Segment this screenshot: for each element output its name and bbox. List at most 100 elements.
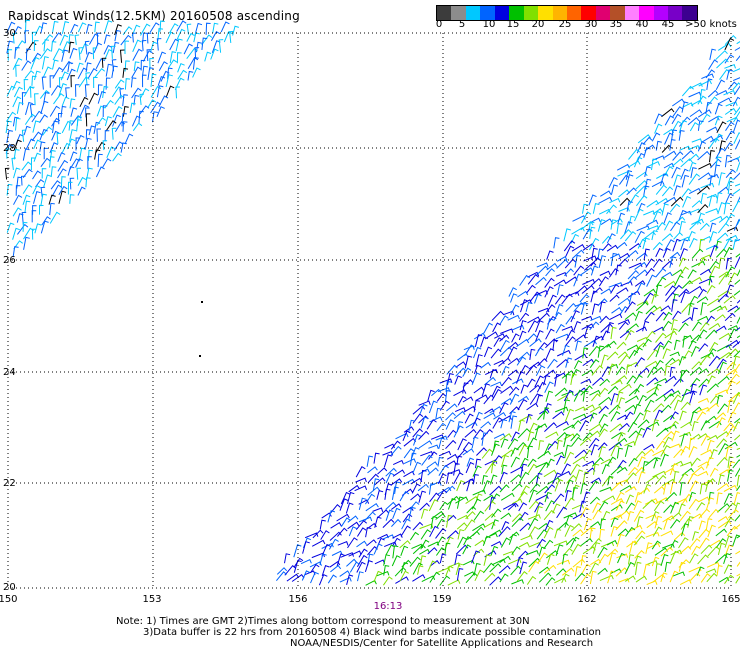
wind-barb [724,65,735,69]
wind-barb [591,266,598,275]
wind-barb [600,576,613,581]
wind-barb [589,481,599,491]
wind-barb [509,535,516,545]
wind-barb [662,322,671,331]
wind-barb [662,272,673,277]
wind-barb [617,165,629,171]
wind-barb [733,68,740,72]
wind-barb [511,305,520,315]
wind-barb [546,432,559,438]
wind-barb [546,349,555,361]
wind-barb [625,446,632,457]
wind-barb [544,470,556,476]
wind-barb [440,576,450,585]
wind-barb [221,22,229,32]
wind-barb [393,461,403,465]
wind-barb [358,572,364,581]
wind-barb [581,303,588,315]
wind-barb [644,450,654,457]
wind-barb [707,299,720,306]
wind-barb [625,442,636,446]
wind-barb [599,429,608,437]
wind-barb [53,60,59,69]
wind-barb [33,121,40,133]
wind-barb [724,486,737,492]
wind-barb [421,509,428,518]
wind-barb [492,444,500,456]
wind-barb [736,250,740,257]
wind-barb [44,148,48,159]
wind-barb [447,455,457,460]
wind-barb [520,523,531,531]
wind-barb [107,147,115,158]
wind-barb [652,156,664,161]
wind-barb [688,146,699,150]
wind-barb [733,356,740,369]
wind-barb [68,63,73,72]
wind-barb [718,98,731,104]
wind-barb [572,545,581,555]
wind-barb [60,35,68,45]
wind-barb [652,133,660,141]
wind-barb [644,249,650,260]
wind-barb [717,193,722,204]
wind-barb [492,390,502,401]
wind-barb [718,521,731,528]
wind-barb [374,544,382,554]
wind-barb [79,77,89,87]
wind-barb [445,543,450,554]
wind-barb [12,158,16,170]
wind-barb [35,224,42,233]
wind-barb [582,564,591,574]
wind-barb [718,517,728,522]
wind-barb [646,476,659,484]
wind-barb [617,448,623,458]
wind-barb [680,483,686,496]
wind-barb [735,276,740,284]
wind-barb [652,294,659,303]
wind-barb [348,538,358,548]
wind-barb [546,578,555,586]
wind-barb [169,60,177,68]
wind-barb [690,554,699,563]
wind-barb [96,59,105,69]
wind-barb [41,101,48,113]
wind-barb [511,294,518,303]
wind-barb [576,341,582,351]
wind-barb [690,123,698,131]
wind-barb [338,542,348,546]
wind-barb [700,356,711,366]
wind-barb [643,462,649,473]
wind-barb [140,106,149,114]
lon-label-159: 159 [432,594,451,605]
lat-label-20: 20 [3,582,16,593]
wind-barb [634,536,644,545]
wind-barb [53,33,62,42]
wind-barb [23,223,27,232]
wind-barb [328,575,336,583]
wind-barb [617,288,629,294]
wind-barb [472,437,478,448]
wind-barb [70,195,75,204]
wind-barb [130,103,136,113]
wind-barb [681,240,688,250]
wind-barb [539,463,549,473]
wind-barb [368,467,378,473]
wind-barb [618,511,629,518]
wind-barb [484,323,493,333]
wind-barb [719,173,726,186]
wind-barb [700,114,710,124]
wind-barb [365,494,375,504]
wind-barb [617,398,625,410]
wind-barb [465,430,476,438]
wind-barb [726,178,733,188]
wind-barb [727,227,738,231]
wind-barb [653,527,662,536]
wind-barb [50,157,55,168]
wind-barb [607,234,615,243]
wind-barb [384,555,390,566]
wind-barb [125,61,130,72]
wind-barb [42,77,46,90]
wind-barb [728,306,739,312]
wind-barb [719,353,732,360]
